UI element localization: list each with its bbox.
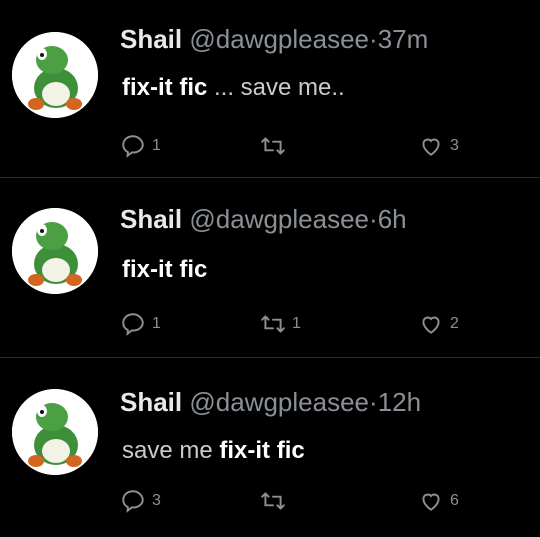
reply-icon xyxy=(122,135,144,158)
reply-button[interactable]: 1 xyxy=(120,310,161,338)
reply-button[interactable]: 1 xyxy=(120,132,161,160)
user-handle[interactable]: @dawgpleasee xyxy=(189,24,369,54)
tweet-text-part: fix-it fic xyxy=(219,437,305,464)
separator: · xyxy=(369,204,378,234)
tweet-actions: 1 3 xyxy=(120,132,480,162)
timestamp[interactable]: 37m xyxy=(378,24,429,54)
green-dino-avatar-icon xyxy=(12,208,98,294)
tweet-text-part: save me xyxy=(122,437,220,464)
reply-count: 3 xyxy=(152,492,161,509)
tweet-header: Shail @dawgpleasee·6h xyxy=(120,204,407,235)
tweet-text-part: fix-it fic xyxy=(122,256,208,283)
user-handle[interactable]: @dawgpleasee xyxy=(189,387,369,417)
retweet-icon xyxy=(261,492,285,510)
tweet-1[interactable]: Shail @dawgpleasee·37m fix-it fic ... sa… xyxy=(0,0,540,178)
reply-icon xyxy=(122,313,144,336)
display-name[interactable]: Shail xyxy=(120,387,182,417)
heart-icon xyxy=(422,138,440,156)
retweet-icon xyxy=(261,315,285,333)
like-count: 6 xyxy=(450,492,459,509)
tweet-text: save me fix-it fic xyxy=(122,437,305,465)
tweet-text: fix-it fic xyxy=(122,256,207,284)
tweet-text-part: ... save me.. xyxy=(207,74,345,101)
reply-button[interactable]: 3 xyxy=(120,487,161,515)
heart-icon xyxy=(422,493,440,511)
like-button[interactable]: 6 xyxy=(418,487,459,515)
retweet-icon xyxy=(261,137,285,155)
tweet-actions: 3 6 xyxy=(120,487,480,517)
green-dino-avatar-icon xyxy=(12,32,98,118)
avatar[interactable] xyxy=(12,208,98,294)
like-button[interactable]: 2 xyxy=(418,310,459,338)
retweet-button[interactable] xyxy=(260,132,292,160)
avatar[interactable] xyxy=(12,32,98,118)
retweet-count: 1 xyxy=(292,315,301,332)
separator: · xyxy=(369,24,378,54)
avatar[interactable] xyxy=(12,389,98,475)
heart-icon xyxy=(422,316,440,334)
tweet-text-part: fix-it fic xyxy=(122,74,208,101)
reply-icon xyxy=(122,490,144,513)
timestamp[interactable]: 12h xyxy=(378,387,421,417)
user-handle[interactable]: @dawgpleasee xyxy=(189,204,369,234)
retweet-button[interactable] xyxy=(260,487,292,515)
reply-count: 1 xyxy=(152,137,161,154)
green-dino-avatar-icon xyxy=(12,389,98,475)
reply-count: 1 xyxy=(152,315,161,332)
tweet-header: Shail @dawgpleasee·12h xyxy=(120,387,421,418)
tweet-2[interactable]: Shail @dawgpleasee·6h fix-it fic 1 1 2 xyxy=(0,180,540,358)
tweet-text: fix-it fic ... save me.. xyxy=(122,74,345,102)
like-count: 2 xyxy=(450,315,459,332)
like-button[interactable]: 3 xyxy=(418,132,459,160)
tweet-actions: 1 1 2 xyxy=(120,310,480,340)
retweet-button[interactable]: 1 xyxy=(260,310,301,338)
like-count: 3 xyxy=(450,137,459,154)
tweet-header: Shail @dawgpleasee·37m xyxy=(120,24,428,55)
separator: · xyxy=(369,387,378,417)
display-name[interactable]: Shail xyxy=(120,204,182,234)
tweet-3[interactable]: Shail @dawgpleasee·12h save me fix-it fi… xyxy=(0,359,540,537)
timestamp[interactable]: 6h xyxy=(378,204,407,234)
display-name[interactable]: Shail xyxy=(120,24,182,54)
